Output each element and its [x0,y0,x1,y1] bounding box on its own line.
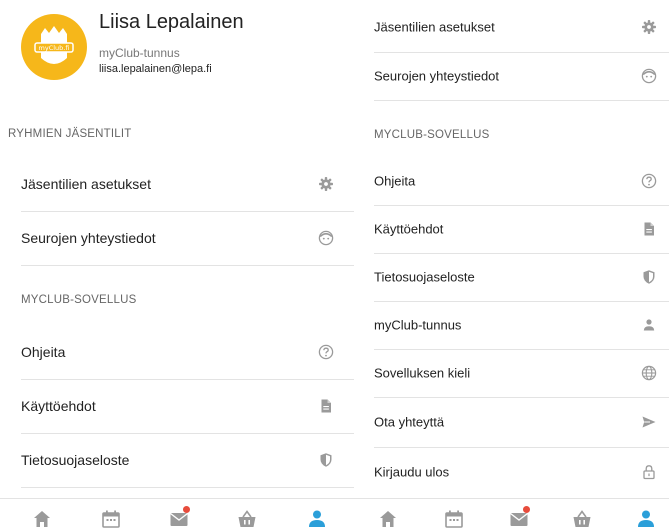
menu-item-label: myClub-tunnus [374,317,462,333]
menu-item-label: Käyttöehdot [21,398,96,414]
calendar-icon [445,510,463,528]
nav-messages[interactable] [168,506,190,529]
menu-item-label: Tietosuojaseloste [374,269,475,285]
face-icon [641,68,657,84]
gear-icon [319,177,333,191]
person-icon [643,319,655,331]
divider [374,100,669,101]
nav-shop[interactable] [571,508,593,529]
menu-item-label: Ohjeita [374,173,416,189]
menu-item-terms-of-use[interactable]: Käyttöehdot [0,379,354,433]
home-icon [34,511,50,527]
menu-item-label: Ota yhteyttä [374,414,445,430]
menu-item-privacy-policy[interactable]: Tietosuojaseloste [0,433,354,487]
menu-item-label: Ohjeita [21,344,66,360]
nav-home[interactable] [377,508,399,529]
menu-item-label: Tietosuojaseloste [21,452,130,468]
nav-profile[interactable] [306,508,328,529]
menu-item-label: Jäsentilien asetukset [374,19,495,35]
nav-home[interactable] [31,508,53,529]
send-icon [642,416,656,428]
menu-item-log-out[interactable]: Kirjaudu ulos [354,447,669,497]
menu-item-contact-us[interactable]: Ota yhteyttä [354,397,669,447]
help-icon [318,344,334,360]
help-icon [641,173,657,189]
menu-item-terms-of-use[interactable]: Käyttöehdot [354,205,669,253]
nav-messages[interactable] [508,506,530,529]
profile-name: Liisa Lepalainen [99,11,244,33]
nav-shop[interactable] [236,508,258,529]
divider [21,265,354,266]
menu-item-member-account-settings[interactable]: Jäsentilien asetukset [0,157,354,211]
home-icon [380,511,396,527]
nav-calendar[interactable] [100,508,122,529]
globe-icon [641,365,657,381]
menu-item-help[interactable]: Ohjeita [354,157,669,205]
unread-badge [523,506,530,513]
logo-text: myClub.fi [39,44,70,52]
menu-item-label: Seurojen yhteystiedot [21,230,156,246]
menu-item-help[interactable]: Ohjeita [0,325,354,379]
shop-basket-icon [573,510,591,527]
shield-icon [320,453,332,467]
section-title-myclub-app: MYCLUB-SOVELLUS [374,129,490,141]
profile-icon [309,510,325,527]
bottom-navigation [354,498,669,529]
gear-icon [642,20,656,34]
menu-item-club-contacts[interactable]: Seurojen yhteystiedot [354,52,669,100]
shield-icon [643,270,655,284]
section-title-group-accounts: RYHMIEN JÄSENTILIT [8,128,132,140]
menu-item-label: Sovelluksen kieli [374,365,471,381]
shop-basket-icon [238,510,256,527]
face-icon [318,230,334,246]
menu-item-privacy-policy[interactable]: Tietosuojaseloste [354,253,669,301]
profile-screen-scrolled: Jäsentilien asetukset Seurojen yhteystie… [354,0,669,529]
calendar-icon [102,510,120,528]
nav-profile[interactable] [635,508,657,529]
unread-badge [183,506,190,513]
nav-calendar[interactable] [443,508,465,529]
profile-header: myClub.fi Liisa Lepalainen myClub-tunnus… [0,0,354,100]
divider [21,487,354,488]
document-icon [321,399,331,413]
club-logo-avatar: myClub.fi [21,14,87,80]
menu-item-label: Käyttöehdot [374,221,444,237]
menu-item-label: Kirjaudu ulos [374,464,450,480]
menu-item-app-language[interactable]: Sovelluksen kieli [354,349,669,397]
profile-icon [638,510,654,527]
menu-item-club-contacts[interactable]: Seurojen yhteystiedot [0,211,354,265]
menu-item-member-account-settings[interactable]: Jäsentilien asetukset [354,2,669,52]
menu-item-label: Jäsentilien asetukset [21,176,151,192]
lock-icon [643,465,655,480]
menu-item-myclub-account[interactable]: myClub-tunnus [354,301,669,349]
bottom-navigation [0,498,354,529]
account-type: myClub-tunnus [99,46,180,60]
profile-email: liisa.lepalainen@lepa.fi [99,63,212,75]
profile-screen-top: myClub.fi Liisa Lepalainen myClub-tunnus… [0,0,354,529]
menu-item-label: Seurojen yhteystiedot [374,68,500,84]
section-title-myclub-app: MYCLUB-SOVELLUS [21,294,137,306]
document-icon [644,222,654,236]
